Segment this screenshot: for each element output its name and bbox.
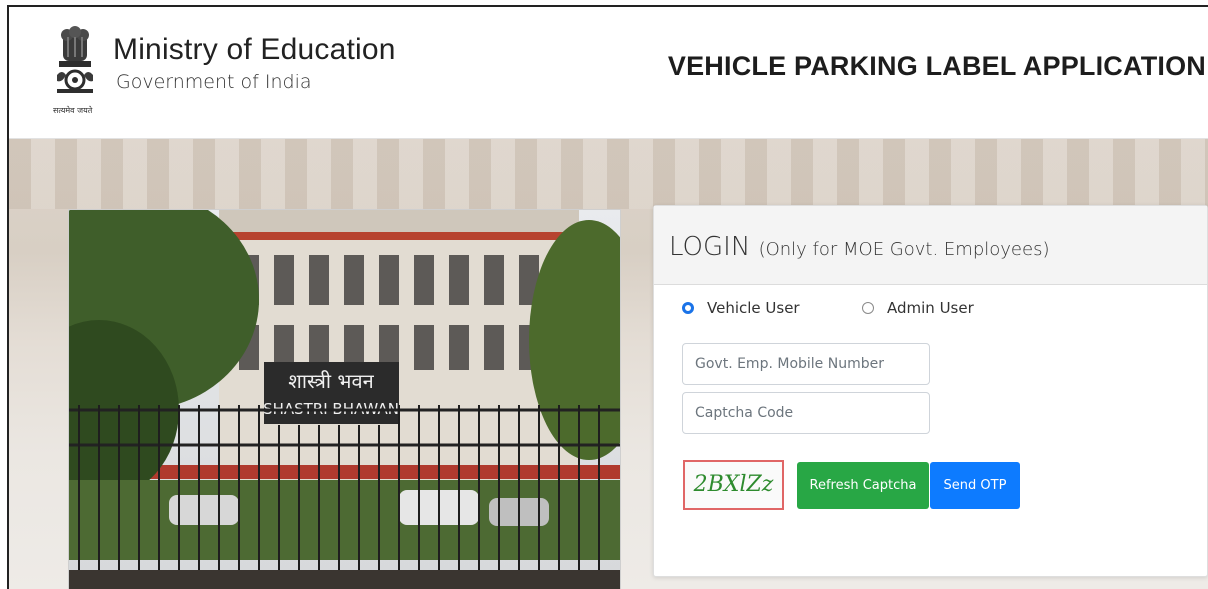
shastri-bhawan-photo: शास्त्री भवन SHASTRI BHAWAN	[68, 209, 621, 589]
brand-title: Ministry of Education	[113, 33, 396, 66]
national-emblem-icon: सत्यमेव जयते	[53, 25, 97, 117]
emblem-motto: सत्यमेव जयते	[53, 106, 93, 115]
app-frame: सत्यमेव जयते Ministry of Education Gover…	[7, 5, 1208, 589]
site-header: सत्यमेव जयते Ministry of Education Gover…	[9, 7, 1208, 139]
login-title-text: LOGIN	[669, 232, 751, 262]
admin-user-radio[interactable]: Admin User	[862, 299, 974, 317]
refresh-captcha-button[interactable]: Refresh Captcha	[797, 462, 929, 509]
mobile-number-input[interactable]: Govt. Emp. Mobile Number	[682, 343, 930, 385]
app-title: VEHICLE PARKING LABEL APPLICATION	[667, 51, 1206, 81]
radio-selected-icon[interactable]	[682, 302, 694, 314]
radio-unselected-icon[interactable]	[862, 302, 874, 314]
vehicle-user-label: Vehicle User	[707, 299, 800, 317]
login-title-note: (Only for MOE Govt. Employees)	[758, 239, 1050, 260]
sign-hindi: शास्त्री भवन	[288, 369, 374, 393]
captcha-image: 2BXlZz	[683, 460, 784, 510]
admin-user-label: Admin User	[887, 299, 974, 317]
captcha-code-input[interactable]: Captcha Code	[682, 392, 930, 434]
login-card-header: LOGIN (Only for MOE Govt. Employees)	[654, 206, 1207, 285]
login-card: LOGIN (Only for MOE Govt. Employees) Veh…	[653, 205, 1208, 577]
brand-subtitle: Government of India	[116, 71, 312, 93]
login-title: LOGIN (Only for MOE Govt. Employees)	[669, 232, 1049, 262]
send-otp-button[interactable]: Send OTP	[930, 462, 1020, 509]
vehicle-user-radio[interactable]: Vehicle User	[682, 299, 800, 317]
